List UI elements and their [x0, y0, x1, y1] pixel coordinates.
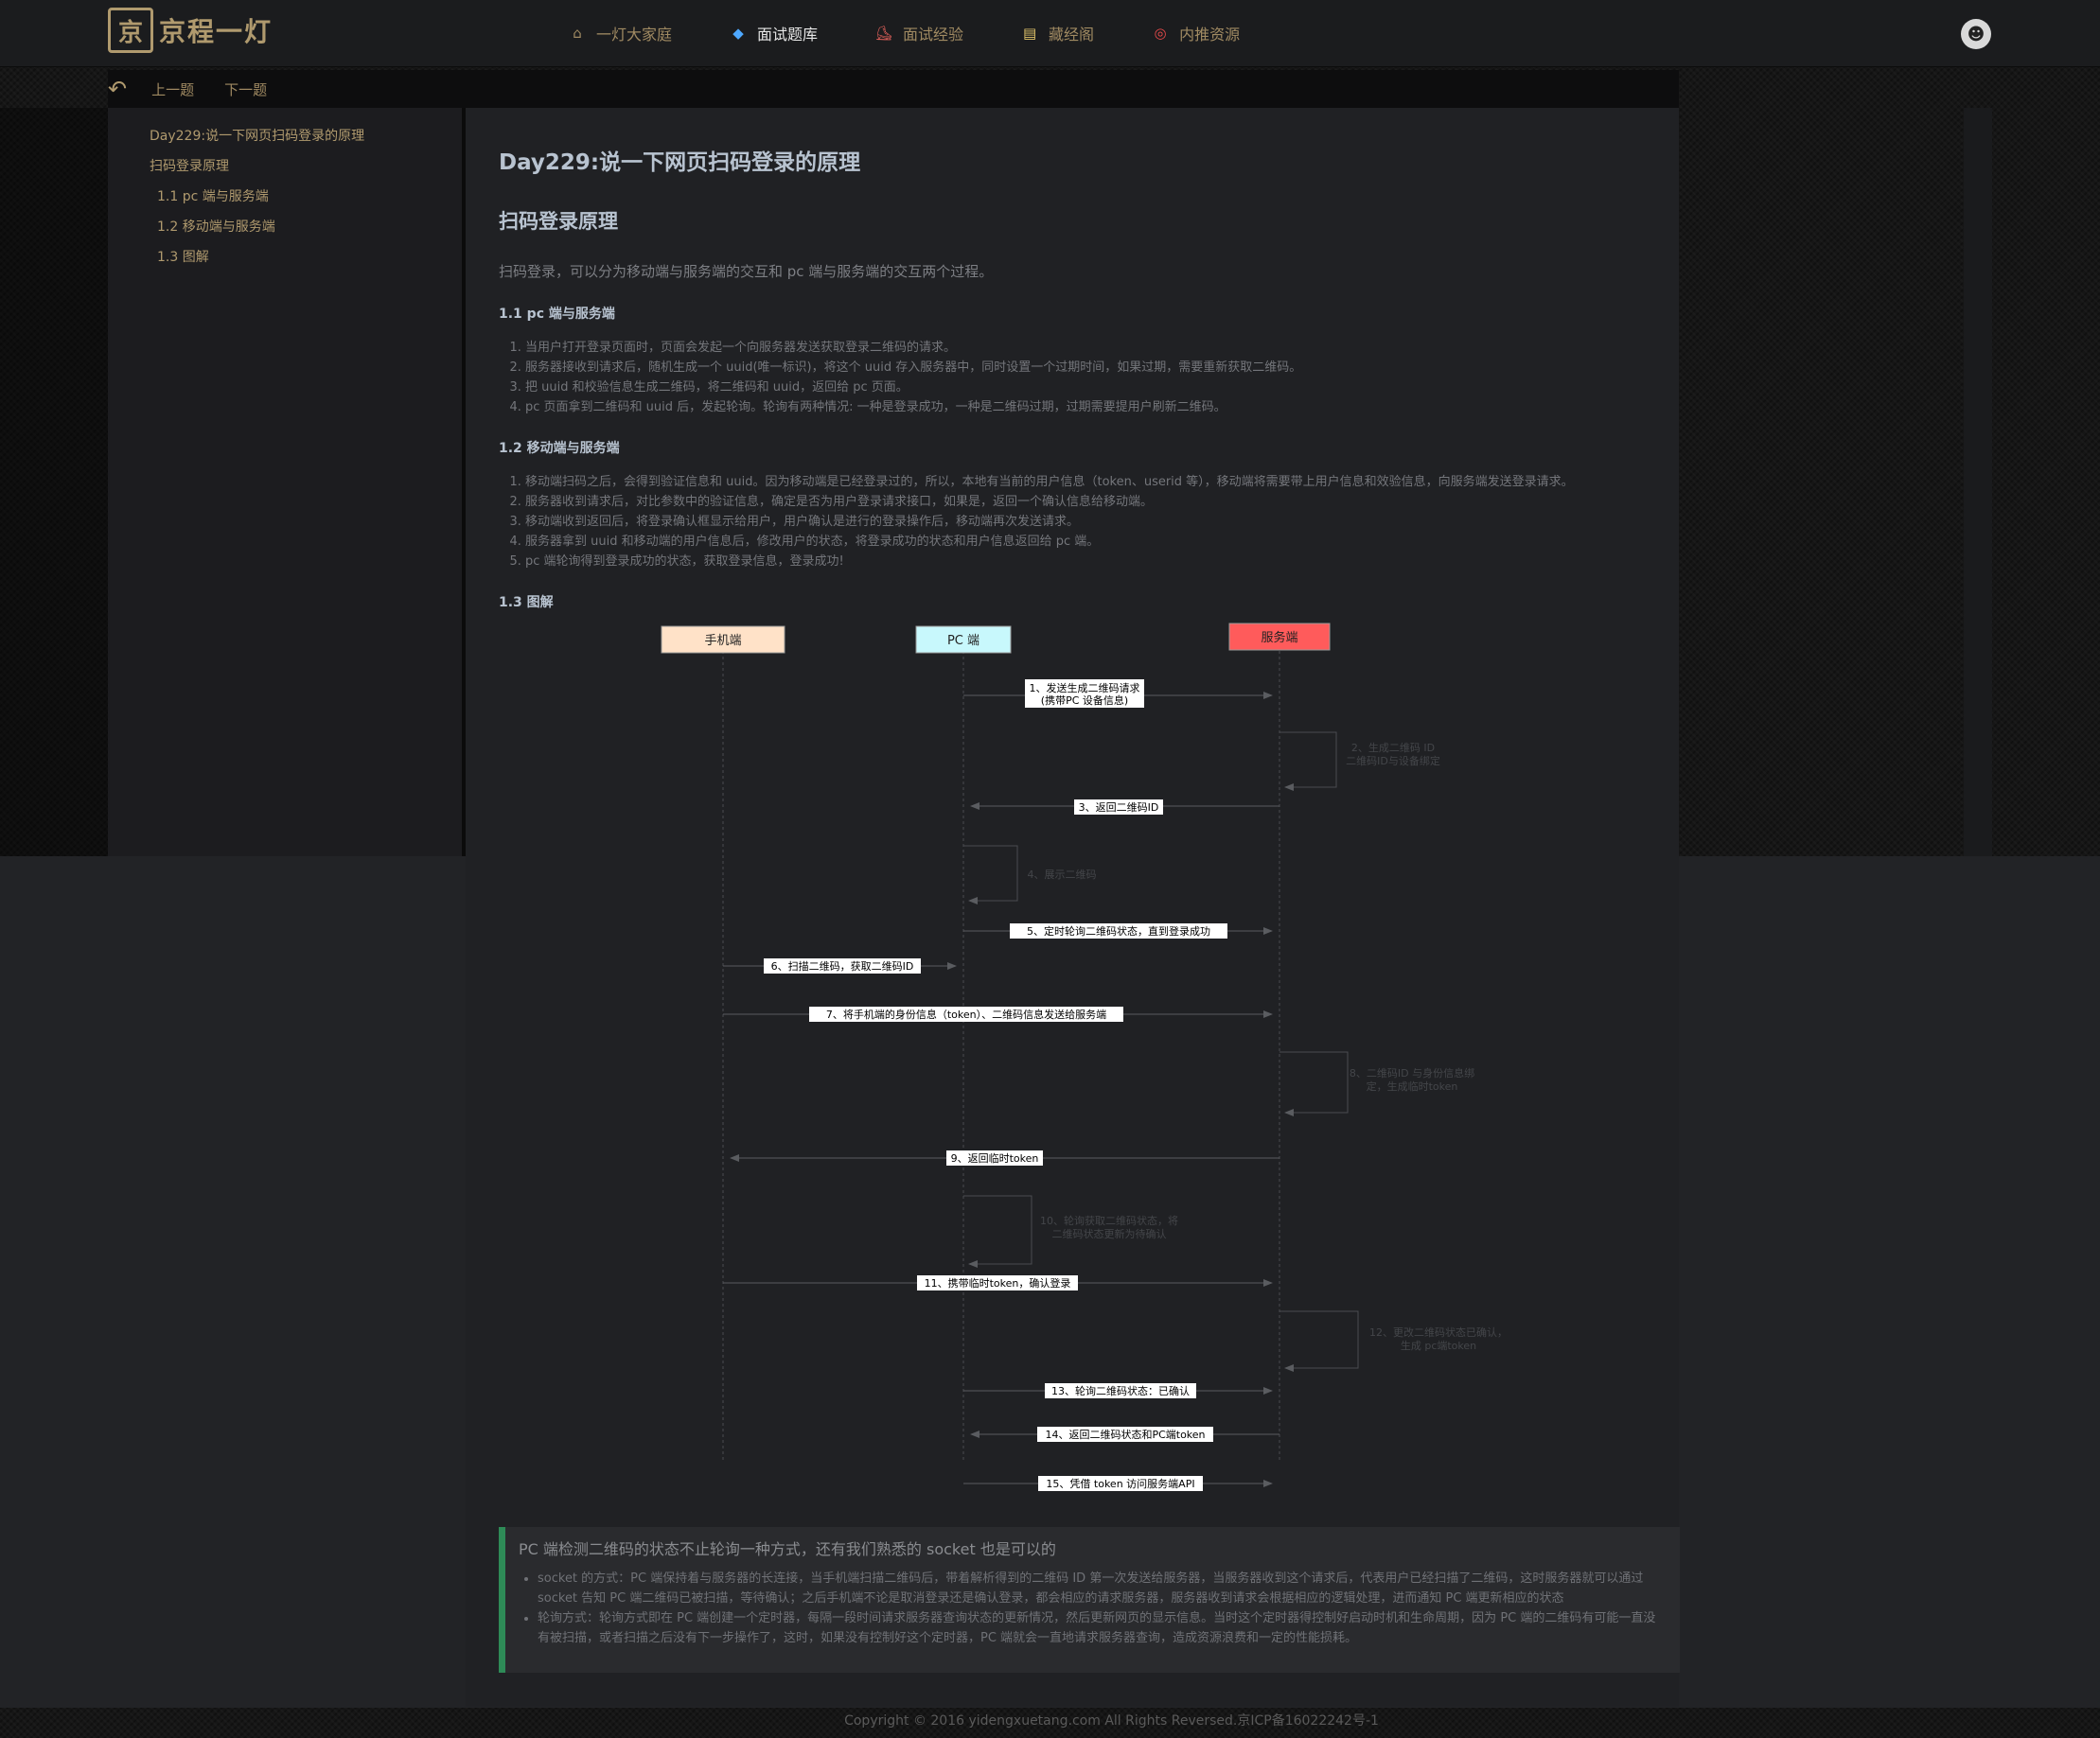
subsection-mobile-server: 1.2 移动端与服务端 [499, 441, 620, 456]
copyright-footer: Copyright © 2016 yidengxuetang.com All R… [844, 1713, 1379, 1729]
self-call-arrow [963, 845, 1018, 904]
list-item: pc 端轮询得到登录成功的状态，获取登录信息，登录成功! [525, 552, 1679, 571]
self-call-label: 8、二维码ID 与身份信息绑 [1350, 1066, 1474, 1080]
list-item: 当用户打开登录页面时，页面会发起一个向服务器发送获取登录二维码的请求。 [525, 338, 1679, 358]
self-call-label: 2、生成二维码 ID [1351, 741, 1435, 754]
left-gutter [0, 108, 108, 856]
site-logo[interactable]: 京 京程一灯 [108, 8, 273, 53]
self-call-label: 二维码ID与设备绑定 [1346, 754, 1440, 767]
question-pager: ↶ 上一题 下一题 [108, 70, 1679, 108]
nav-label: 面试题库 [757, 26, 819, 44]
nav-item-family[interactable]: ⌂ 一灯大家庭 [568, 22, 672, 44]
right-gutter [1964, 108, 1992, 856]
nav-item-question-bank[interactable]: ◆ 面试题库 [729, 22, 818, 44]
nav-item-library[interactable]: ▤ 藏经阁 [1020, 22, 1094, 44]
self-call-arrow [1279, 1310, 1359, 1372]
tip-callout: PC 端检测二维码的状态不止轮询一种方式，还有我们熟悉的 socket 也是可以… [499, 1527, 1680, 1673]
actor-server-label: 服务端 [1261, 630, 1297, 645]
self-call-label: 定，生成临时token [1367, 1080, 1458, 1093]
nav-item-referral[interactable]: ◎ 内推资源 [1151, 22, 1241, 44]
callout-list: socket 的方式：PC 端保持着与服务器的长连接，当手机端扫描二维码后，带着… [519, 1569, 1667, 1648]
self-call-label: 二维码状态更新为待确认 [1052, 1227, 1167, 1240]
list-item: 服务器收到请求后，对比参数中的验证信息，确定是否为用户登录请求接口，如果是，返回… [525, 492, 1679, 512]
target-icon: ◎ [1154, 25, 1167, 42]
list-item: socket 的方式：PC 端保持着与服务器的长连接，当手机端扫描二维码后，带着… [538, 1569, 1667, 1608]
message-label: (携带PC 设备信息) [1041, 693, 1128, 707]
prev-question-link[interactable]: 上一题 [151, 79, 194, 99]
self-call-label: 10、轮询获取二维码状态，将 [1040, 1214, 1178, 1227]
actor-pc-label: PC 端 [947, 634, 979, 648]
self-call-arrow [1279, 731, 1337, 791]
list-item: 把 uuid 和校验信息生成二维码，将二维码和 uuid，返回给 pc 页面。 [525, 377, 1679, 397]
table-of-contents: Day229:说一下网页扫码登录的原理 扫码登录原理 1.1 pc 端与服务端 … [108, 108, 466, 856]
message-label: 1、发送生成二维码请求 [1030, 681, 1140, 694]
message-label: 5、定时轮询二维码状态，直到登录成功 [1027, 924, 1210, 938]
shoe-icon: ⛸ [874, 25, 893, 42]
message-label: 7、将手机端的身份信息（token）、二维码信息发送给服务端 [826, 1008, 1106, 1021]
toc-item-mobile-server[interactable]: 1.2 移动端与服务端 [108, 212, 462, 242]
nav-item-experience[interactable]: ⛸ 面试经验 [874, 22, 964, 44]
nav-label: 藏经阁 [1049, 26, 1095, 44]
message-label: 13、轮询二维码状态：已确认 [1051, 1384, 1190, 1397]
list-item: 移动端扫码之后，会得到验证信息和 uuid。因为移动端是已经登录过的，所以，本地… [525, 472, 1679, 492]
list-item: pc 页面拿到二维码和 uuid 后，发起轮询。轮询有两种情况: 一种是登录成功… [525, 397, 1679, 417]
home-icon: ⌂ [573, 25, 582, 42]
callout-title: PC 端检测二维码的状态不止轮询一种方式，还有我们熟悉的 socket 也是可以… [519, 1540, 1056, 1558]
self-call-label: 4、展示二维码 [1028, 869, 1097, 881]
user-avatar[interactable]: ☻ [1961, 19, 1991, 49]
diamond-icon: ◆ [732, 25, 744, 42]
toc-item-principle[interactable]: 扫码登录原理 [108, 151, 462, 182]
toc-item-title[interactable]: Day229:说一下网页扫码登录的原理 [108, 121, 462, 151]
self-call-label: 12、更改二维码状态已确认， [1369, 1325, 1508, 1339]
message-label: 3、返回二维码ID [1079, 801, 1159, 814]
mobile-server-steps: 移动端扫码之后，会得到验证信息和 uuid。因为移动端是已经登录过的，所以，本地… [499, 472, 1679, 571]
nav-label: 内推资源 [1179, 26, 1241, 44]
next-question-link[interactable]: 下一题 [224, 79, 267, 99]
article-title: Day229:说一下网页扫码登录的原理 [499, 150, 861, 175]
nav-label: 一灯大家庭 [596, 26, 673, 44]
toc-item-pc-server[interactable]: 1.1 pc 端与服务端 [108, 182, 462, 212]
back-arrow-icon[interactable]: ↶ [108, 76, 127, 102]
article-content: Day229:说一下网页扫码登录的原理 扫码登录原理 扫码登录，可以分为移动端与… [466, 108, 1680, 1707]
list-item: 服务器接收到请求后，随机生成一个 uuid(唯一标识)，将这个 uuid 存入服… [525, 358, 1679, 377]
message-label: 15、凭借 token 访问服务端API [1046, 1477, 1194, 1490]
subsection-diagram: 1.3 图解 [499, 595, 554, 610]
list-item: 移动端收到返回后，将登录确认框显示给用户，用户确认是进行的登录操作后，移动端再次… [525, 512, 1679, 532]
book-icon: ▤ [1022, 25, 1037, 42]
nav-label: 面试经验 [903, 26, 964, 44]
message-label: 14、返回二维码状态和PC端token [1045, 1428, 1205, 1441]
self-call-arrow [963, 1195, 1032, 1268]
pc-server-steps: 当用户打开登录页面时，页面会发起一个向服务器发送获取登录二维码的请求。 服务器接… [499, 338, 1679, 417]
section-heading: 扫码登录原理 [499, 210, 618, 233]
list-item: 服务器拿到 uuid 和移动端的用户信息后，修改用户的状态，将登录成功的状态和用… [525, 532, 1679, 552]
self-call-label: 生成 pc端token [1401, 1339, 1476, 1352]
message-label: 11、携带临时token，确认登录 [925, 1276, 1071, 1290]
toc-item-diagram[interactable]: 1.3 图解 [108, 242, 462, 272]
logo-mark: 京 [108, 8, 153, 53]
message-label: 9、返回临时token [951, 1151, 1039, 1165]
list-item: 轮询方式：轮询方式即在 PC 端创建一个定时器，每隔一段时间请求服务器查询状态的… [538, 1608, 1667, 1648]
top-navigation-bar: 京 京程一灯 ⌂ 一灯大家庭 ◆ 面试题库 ⛸ 面试经验 ▤ 藏经阁 ◎ 内推资… [0, 0, 2100, 67]
logo-text: 京程一灯 [159, 16, 274, 47]
sequence-diagram: 手机端 PC 端 服务端 1、发送生成二维码请求 (携带PC 设备信息) 2、生… [661, 623, 1508, 1491]
self-call-arrow [1279, 1051, 1349, 1116]
message-label: 6、扫描二维码，获取二维码ID [771, 959, 914, 973]
intro-paragraph: 扫码登录，可以分为移动端与服务端的交互和 pc 端与服务端的交互两个过程。 [499, 263, 994, 280]
main-nav: ⌂ 一灯大家庭 ◆ 面试题库 ⛸ 面试经验 ▤ 藏经阁 ◎ 内推资源 [568, 0, 1297, 66]
actor-mobile-label: 手机端 [704, 634, 741, 648]
subsection-pc-server: 1.1 pc 端与服务端 [499, 307, 615, 322]
